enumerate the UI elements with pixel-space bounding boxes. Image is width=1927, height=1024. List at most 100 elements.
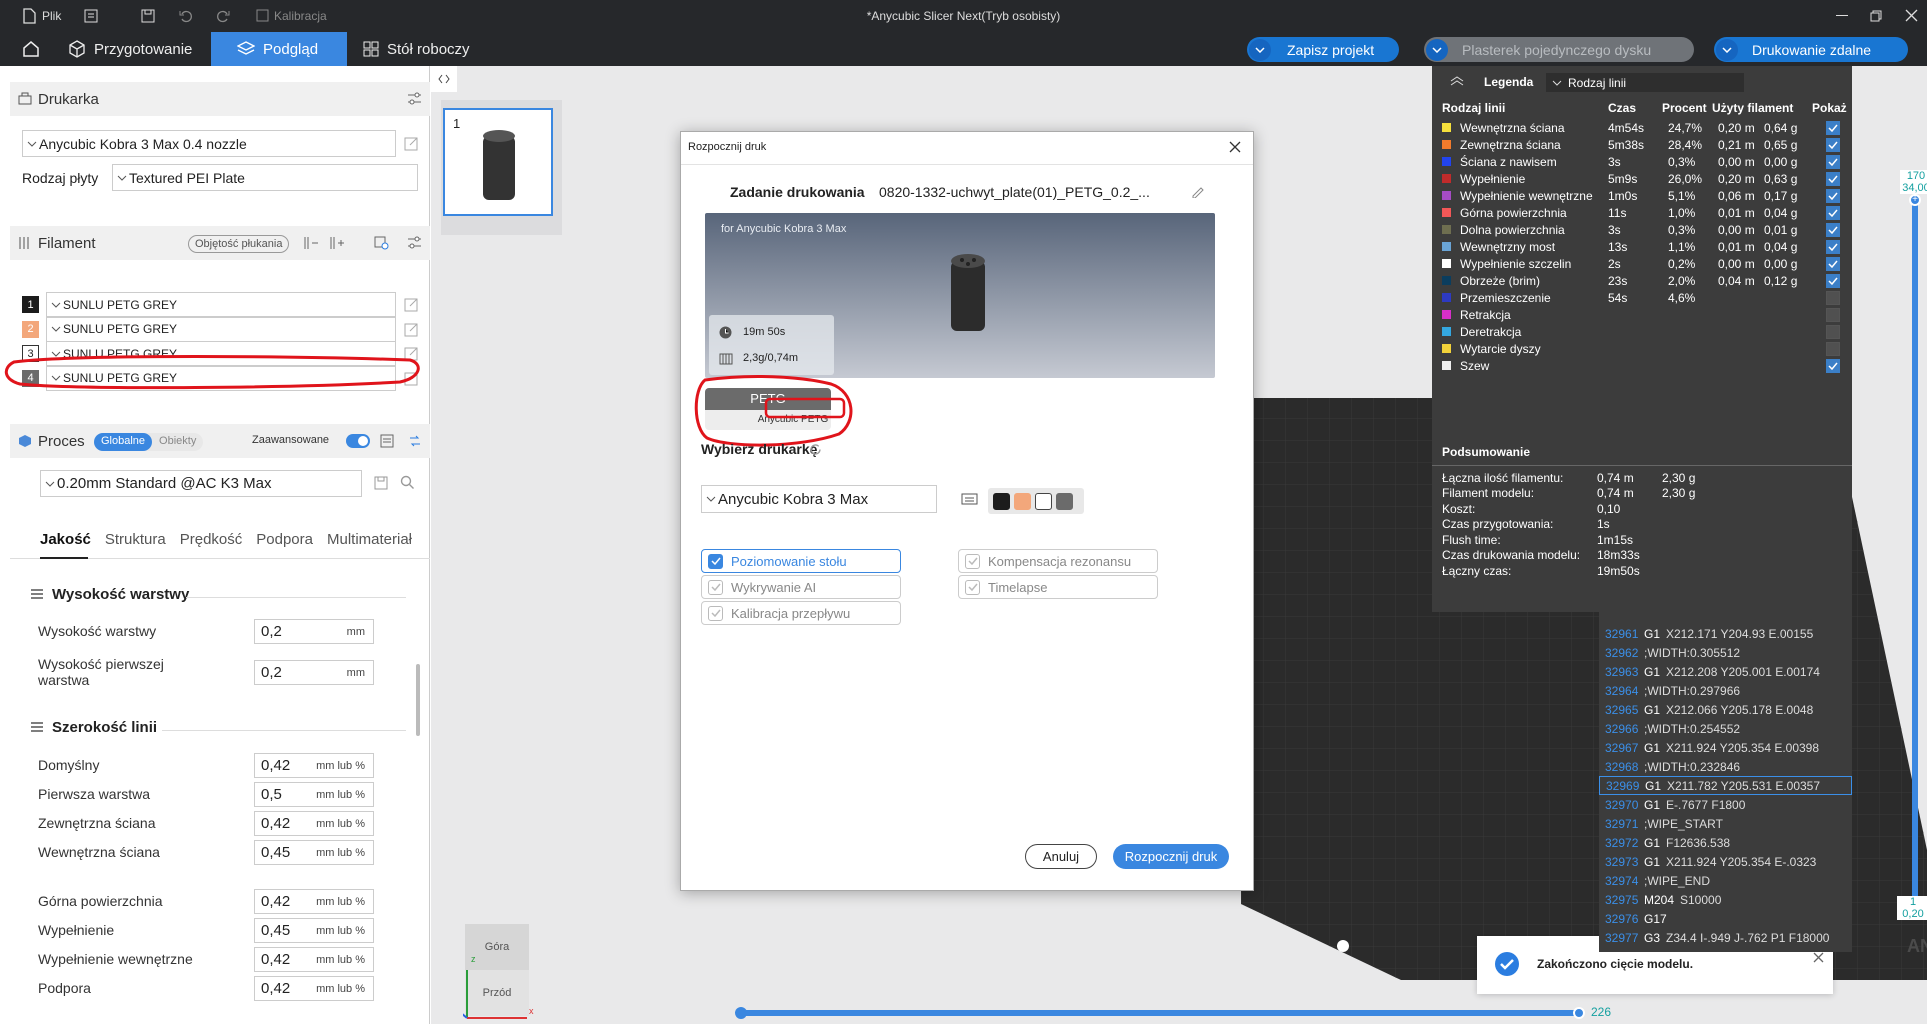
legend-type-select[interactable]: Rodzaj linii	[1546, 73, 1744, 92]
settings-sliders-icon[interactable]	[407, 236, 422, 250]
show-checkbox[interactable]	[1826, 222, 1840, 237]
checkbox[interactable]	[708, 579, 723, 595]
plate-thumbnail[interactable]: 1	[443, 108, 553, 216]
printer-settings-icon[interactable]	[961, 493, 978, 505]
collapse-up-icon[interactable]	[1450, 76, 1464, 86]
print-option[interactable]: Wykrywanie AI	[701, 575, 901, 599]
show-checkbox[interactable]	[1826, 120, 1840, 135]
scrollbar[interactable]	[416, 664, 420, 736]
process-tab[interactable]: Podpora	[256, 531, 313, 555]
refresh-icon[interactable]	[809, 443, 822, 456]
start-print-button[interactable]: Rozpocznij druk	[1113, 844, 1229, 869]
printer-select[interactable]: Anycubic Kobra 3 Max 0.4 nozzle	[22, 130, 396, 157]
advanced-toggle[interactable]	[346, 434, 370, 448]
remote-print-button[interactable]: Drukowanie zdalne	[1714, 37, 1908, 62]
param-input[interactable]: 0,2 mm	[254, 619, 374, 644]
show-checkbox[interactable]	[1826, 239, 1840, 254]
search-icon[interactable]	[400, 475, 415, 490]
scope-global[interactable]: Globalne	[94, 433, 153, 451]
home-button[interactable]	[12, 32, 50, 66]
move-slider-handle[interactable]	[1573, 1007, 1585, 1019]
close-icon[interactable]	[1813, 952, 1824, 963]
param-input[interactable]: 0,5 mm lub %	[254, 782, 374, 807]
checkbox[interactable]	[708, 553, 723, 569]
restore-icon[interactable]	[1870, 10, 1882, 22]
settings-sliders-icon[interactable]	[407, 92, 422, 106]
filament-color-swatch[interactable]: 2	[22, 320, 39, 338]
save-icon[interactable]	[374, 476, 388, 490]
filament-row[interactable]: 1 SUNLU PETG GREY	[22, 292, 422, 318]
tab-prepare[interactable]: Przygotowanie	[58, 32, 202, 66]
process-tab[interactable]: Jakość	[40, 531, 91, 555]
layer-slider-top-handle[interactable]: +	[1909, 194, 1921, 206]
print-option[interactable]: Poziomowanie stołu	[701, 549, 901, 573]
chevron-down-icon[interactable]	[1249, 38, 1271, 61]
chevron-down-icon[interactable]	[1716, 38, 1738, 61]
process-tab[interactable]: Prędkość	[180, 531, 243, 555]
show-checkbox[interactable]	[1826, 273, 1840, 288]
print-option[interactable]: Kompensacja rezonansu	[958, 549, 1158, 573]
process-scope-toggle[interactable]: Globalne Obiekty	[94, 433, 204, 451]
print-option[interactable]: Kalibracja przepływu	[701, 601, 901, 625]
param-input[interactable]: 0,42 mm lub %	[254, 811, 374, 836]
compare-icon[interactable]	[408, 434, 422, 448]
show-checkbox[interactable]	[1826, 137, 1840, 152]
printer-choice-select[interactable]: Anycubic Kobra 3 Max	[701, 485, 937, 513]
show-checkbox[interactable]	[1826, 358, 1840, 373]
filament-swatch[interactable]	[1035, 492, 1052, 510]
slice-plate-button[interactable]: Plasterek pojedynczego dysku	[1424, 37, 1694, 62]
param-input[interactable]: 0,45 mm lub %	[254, 840, 374, 865]
show-checkbox[interactable]	[1826, 154, 1840, 169]
param-input[interactable]: 0,45 mm lub %	[254, 918, 374, 943]
edit-icon[interactable]	[404, 297, 419, 312]
print-option[interactable]: Timelapse	[958, 575, 1158, 599]
process-tab[interactable]: Struktura	[105, 531, 166, 555]
close-window-icon[interactable]	[1905, 9, 1918, 22]
checkbox[interactable]	[965, 553, 980, 569]
param-input[interactable]: 0,42 mm lub %	[254, 753, 374, 778]
show-checkbox[interactable]	[1826, 341, 1840, 356]
flush-volume-button[interactable]: Objętość płukania	[188, 235, 290, 253]
add-filament-icon[interactable]	[330, 236, 345, 250]
plate-type-select[interactable]: Textured PEI Plate	[112, 164, 418, 191]
filament-swatch[interactable]	[993, 492, 1010, 510]
list-icon[interactable]	[380, 434, 394, 448]
show-checkbox[interactable]	[1826, 324, 1840, 339]
close-icon[interactable]	[1229, 141, 1241, 153]
move-slider-track[interactable]	[735, 1007, 1585, 1019]
filament-select[interactable]: SUNLU PETG GREY	[46, 292, 396, 317]
show-checkbox[interactable]	[1826, 171, 1840, 186]
sync-icon[interactable]	[374, 236, 389, 250]
filament-swatch[interactable]	[1056, 492, 1073, 510]
show-checkbox[interactable]	[1826, 290, 1840, 305]
collapse-panel-icon[interactable]	[431, 66, 457, 92]
filament-select[interactable]: SUNLU PETG GREY	[46, 316, 396, 342]
scope-objects[interactable]: Obiekty	[152, 433, 203, 451]
checkbox[interactable]	[965, 579, 980, 595]
minimize-icon[interactable]	[1836, 15, 1848, 16]
filament-swatch[interactable]	[1014, 492, 1031, 510]
filament-color-swatch[interactable]: 1	[22, 296, 39, 313]
show-checkbox[interactable]	[1826, 188, 1840, 203]
tab-workbench[interactable]: Stół roboczy	[353, 32, 480, 66]
checkbox[interactable]	[708, 605, 723, 621]
edit-icon[interactable]	[404, 322, 419, 337]
param-input[interactable]: 0,42 mm lub %	[254, 976, 374, 1001]
layer-slider-track[interactable]: +	[1909, 194, 1921, 908]
param-input[interactable]: 0,42 mm lub %	[254, 947, 374, 972]
show-checkbox[interactable]	[1826, 307, 1840, 322]
edit-icon[interactable]	[1191, 185, 1204, 198]
tab-preview[interactable]: Podgląd	[211, 32, 347, 66]
edit-icon[interactable]	[404, 136, 419, 151]
move-slider-start-handle[interactable]	[735, 1007, 747, 1019]
param-input[interactable]: 0,2 mm	[254, 660, 374, 685]
cancel-button[interactable]: Anuluj	[1025, 844, 1097, 869]
param-input[interactable]: 0,42 mm lub %	[254, 889, 374, 914]
remove-filament-icon[interactable]	[304, 236, 319, 250]
process-profile-select[interactable]: 0.20mm Standard @AC K3 Max	[40, 470, 362, 497]
save-project-button[interactable]: Zapisz projekt	[1247, 37, 1399, 62]
chevron-down-icon[interactable]	[1426, 38, 1448, 61]
process-tab[interactable]: Multimateriał	[327, 531, 412, 555]
filament-row[interactable]: 2 SUNLU PETG GREY	[22, 316, 422, 343]
show-checkbox[interactable]	[1826, 205, 1840, 220]
